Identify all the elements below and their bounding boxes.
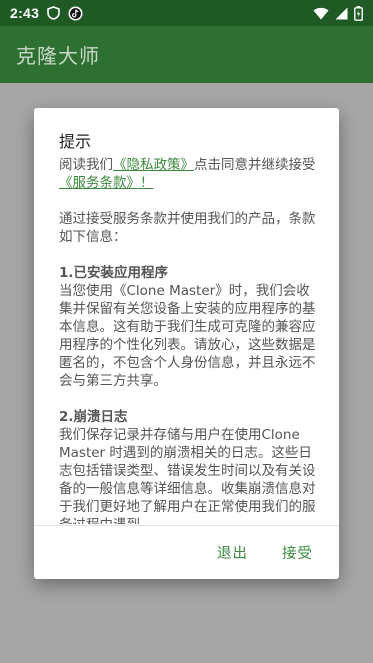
shield-icon <box>47 6 61 20</box>
section-text: 当您使用《Clone Master》时，我们会收集并保留有关您设备上安装的应用程… <box>59 283 316 389</box>
intro-text-1: 阅读我们 <box>59 157 113 173</box>
wifi-icon <box>313 7 329 20</box>
dialog-title: 提示 <box>59 132 92 151</box>
battery-icon <box>354 5 363 21</box>
section-crash-logs: 2.崩溃日志 我们保存记录并存储与用户在使用Clone Master 时遇到的崩… <box>59 408 319 524</box>
signal-icon <box>335 7 348 20</box>
section-heading: 2.崩溃日志 <box>59 409 128 425</box>
privacy-policy-link[interactable]: 《隐私政策》 <box>113 157 194 173</box>
exit-button[interactable]: 退出 <box>205 534 260 571</box>
app-title: 克隆大师 <box>16 44 100 68</box>
section-installed-apps: 1.已安装应用程序 当您使用《Clone Master》时，我们会收集并保留有关… <box>59 264 319 390</box>
accept-button[interactable]: 接受 <box>270 534 325 571</box>
status-bar: 2:43 <box>0 0 373 26</box>
terms-of-service-link[interactable]: 《服务条款》！ <box>59 175 154 191</box>
intro-paragraph: 阅读我们《隐私政策》点击同意并继续接受《服务条款》！ <box>59 156 319 192</box>
dialog-actions: 退出 接受 <box>34 526 339 579</box>
section-text: 我们保存记录并存储与用户在使用Clone Master 时遇到的崩溃相关的日志。… <box>59 427 316 524</box>
section-heading: 1.已安装应用程序 <box>59 265 169 281</box>
dialog-body[interactable]: 阅读我们《隐私政策》点击同意并继续接受《服务条款》！ 通过接受服务条款并使用我们… <box>59 156 319 524</box>
status-time: 2:43 <box>10 5 40 21</box>
tiktok-icon <box>68 6 83 21</box>
app-bar: 克隆大师 <box>0 26 373 83</box>
privacy-dialog: 提示 阅读我们《隐私政策》点击同意并继续接受《服务条款》！ 通过接受服务条款并使… <box>34 108 339 579</box>
lead-paragraph: 通过接受服务条款并使用我们的产品，条款如下信息： <box>59 211 316 245</box>
intro-text-2: 点击同意并继续接受 <box>194 157 316 173</box>
